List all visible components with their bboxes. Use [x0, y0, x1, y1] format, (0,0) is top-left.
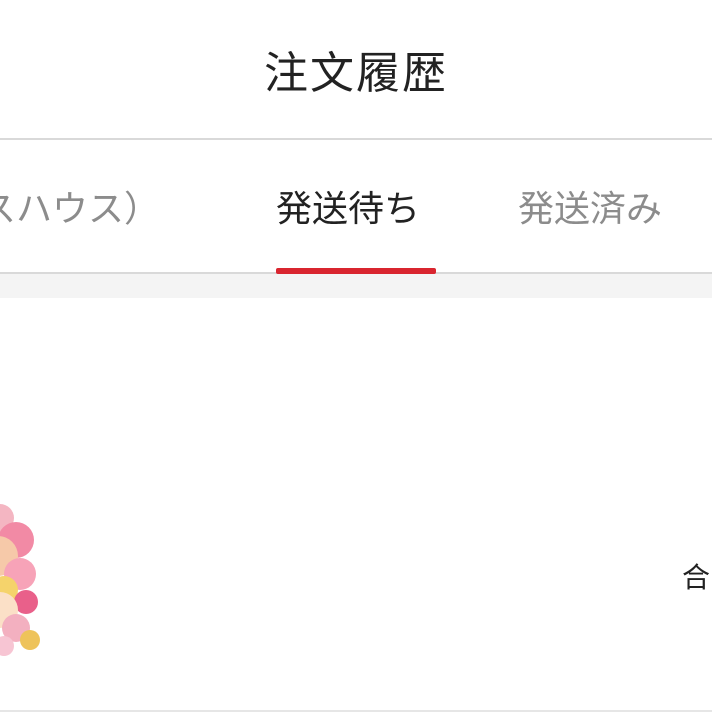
tab-shipped[interactable]: 発送済み	[518, 140, 662, 272]
flower-bouquet-icon	[0, 504, 40, 656]
tab-house[interactable]: スハウス）	[0, 140, 160, 272]
header: 注文履歴	[0, 0, 712, 140]
section-divider	[0, 274, 712, 298]
order-total-label: 合	[682, 561, 711, 594]
tab-bar: スハウス） 発送待ち 発送済み	[0, 140, 712, 274]
page-title: 注文履歴	[264, 48, 448, 99]
order-list: 合	[0, 298, 712, 712]
order-history-screen: 注文履歴 スハウス） 発送待ち 発送済み 合	[0, 0, 712, 712]
tab-awaiting-shipment[interactable]: 発送待ち	[276, 140, 420, 272]
product-image[interactable]	[0, 478, 42, 678]
